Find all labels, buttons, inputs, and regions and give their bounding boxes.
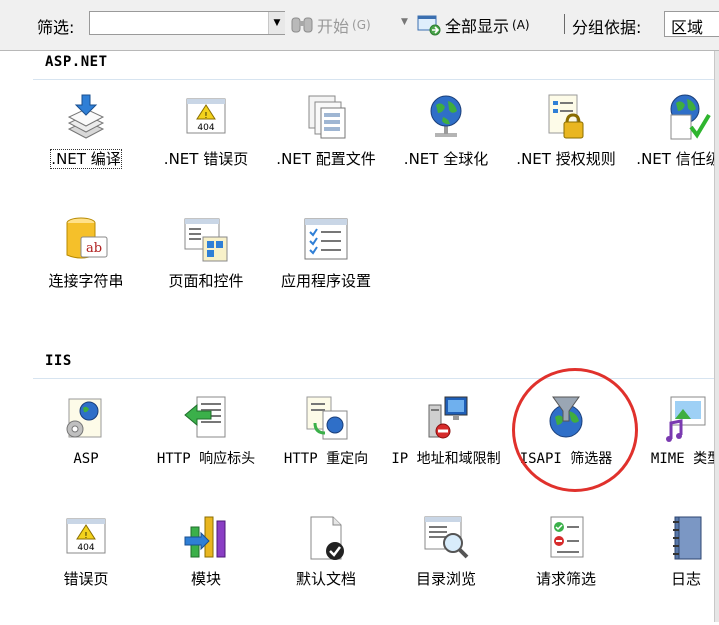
feature-label: 页面和控件	[168, 272, 244, 290]
feature-label: .NET 全球化	[403, 150, 489, 168]
feature-list-pane: ASP.NET .NET 编译 ! 404 .NET 错误页 .NET 配置文件…	[0, 51, 719, 625]
mime-types-icon	[666, 396, 706, 442]
feature-net-trust-levels[interactable]: .NET 信任级别	[627, 93, 719, 205]
show-all-icon	[417, 15, 441, 36]
filter-label: 筛选:	[37, 18, 75, 37]
net-compile-icon	[67, 94, 105, 139]
feature-mime-types[interactable]: MIME 类型	[627, 393, 719, 505]
net-error-pages-icon: ! 404	[186, 98, 226, 134]
feature-label: 默认文档	[295, 570, 356, 588]
filter-dropdown-arrow-icon[interactable]: ▼	[268, 12, 285, 34]
group-by-label: 分组依据:	[572, 18, 642, 37]
start-filter-label: 开始	[317, 17, 350, 36]
connection-strings-icon: ab	[66, 217, 108, 259]
logging-icon	[673, 516, 702, 560]
feature-label: .NET 信任级别	[636, 150, 719, 168]
section-header-iis: IIS	[45, 353, 72, 369]
feature-label: 应用程序设置	[280, 272, 371, 290]
feature-label: 日志	[670, 570, 701, 588]
asp-icon	[66, 398, 102, 438]
feature-label: .NET 配置文件	[276, 150, 376, 168]
feature-pages-controls[interactable]: 页面和控件	[147, 215, 265, 327]
feature-http-redirect[interactable]: HTTP 重定向	[267, 393, 385, 505]
feature-net-globalization[interactable]: .NET 全球化	[387, 93, 505, 205]
feature-label: IP 地址和域限制	[391, 451, 501, 467]
feature-label: .NET 授权规则	[516, 150, 616, 168]
feature-label: HTTP 重定向	[283, 451, 369, 467]
svg-text:404: 404	[197, 123, 214, 133]
feature-label: .NET 编译	[50, 149, 122, 169]
highlight-circle	[512, 368, 638, 492]
show-all-key: (A)	[512, 18, 530, 32]
start-filter-key: (G)	[352, 18, 371, 32]
show-all-label: 全部显示	[445, 17, 510, 36]
feature-connection-strings[interactable]: ab 连接字符串	[27, 215, 145, 327]
svg-text:ab: ab	[86, 241, 102, 256]
group-by-select[interactable]: 区域	[664, 11, 719, 37]
pages-controls-icon	[184, 218, 228, 262]
default-document-icon	[310, 516, 344, 560]
http-redirect-icon	[306, 396, 348, 440]
request-filtering-icon	[550, 516, 584, 558]
section-divider	[33, 79, 714, 80]
feature-label: .NET 错误页	[163, 150, 249, 168]
feature-label: ASP	[73, 451, 99, 467]
feature-label: MIME 类型	[650, 451, 719, 467]
feature-ip-domain-restrictions[interactable]: IP 地址和域限制	[387, 393, 505, 505]
filter-input[interactable]	[89, 11, 285, 35]
feature-net-profile[interactable]: .NET 配置文件	[267, 93, 385, 205]
feature-net-authorization-rules[interactable]: .NET 授权规则	[507, 93, 625, 205]
directory-browsing-icon	[424, 516, 469, 559]
net-profile-icon	[308, 95, 346, 139]
feature-app-settings[interactable]: 应用程序设置	[267, 215, 385, 327]
binoculars-icon	[291, 17, 313, 33]
feature-asp[interactable]: ASP	[27, 393, 145, 505]
section-header-aspnet: ASP.NET	[45, 54, 108, 70]
start-filter-button[interactable]: 开始 (G)	[290, 13, 371, 37]
feature-label: 连接字符串	[48, 272, 124, 290]
modules-icon	[184, 516, 226, 558]
net-globalization-icon	[430, 95, 462, 137]
error-pages-icon: ! 404	[66, 518, 106, 554]
feature-default-document[interactable]: 默认文档	[267, 513, 385, 625]
feature-modules[interactable]: 模块	[147, 513, 265, 625]
feature-net-compile[interactable]: .NET 编译	[27, 93, 145, 205]
feature-label: 模块	[190, 570, 221, 588]
feature-error-pages[interactable]: ! 404 错误页	[27, 513, 145, 625]
net-authorization-rules-icon	[548, 94, 584, 139]
svg-text:404: 404	[77, 543, 94, 553]
feature-http-response-headers[interactable]: HTTP 响应标头	[147, 393, 265, 505]
net-trust-levels-icon	[670, 94, 711, 140]
feature-logging[interactable]: 日志	[627, 513, 719, 625]
app-settings-icon	[304, 218, 348, 260]
feature-label: 目录浏览	[415, 570, 476, 588]
show-all-button[interactable]: 全部显示 (A)	[416, 13, 530, 37]
toolbar-separator	[564, 14, 565, 34]
http-response-headers-icon	[184, 396, 226, 438]
filter-toolbar: 筛选: ▼ 开始 (G) ▼ 全部显示 (A) 分组依据: 区域	[0, 0, 719, 51]
start-dropdown-arrow-icon[interactable]: ▼	[401, 17, 408, 27]
feature-label: 请求筛选	[535, 570, 596, 588]
svg-text:!: !	[84, 531, 87, 540]
feature-net-error-pages[interactable]: ! 404 .NET 错误页	[147, 93, 265, 205]
feature-label: HTTP 响应标头	[156, 451, 256, 467]
feature-request-filtering[interactable]: 请求筛选	[507, 513, 625, 625]
vertical-scrollbar[interactable]	[714, 51, 719, 622]
ip-domain-restrictions-icon	[428, 396, 468, 439]
feature-label: 错误页	[63, 570, 109, 588]
svg-text:!: !	[204, 111, 207, 120]
feature-directory-browsing[interactable]: 目录浏览	[387, 513, 505, 625]
